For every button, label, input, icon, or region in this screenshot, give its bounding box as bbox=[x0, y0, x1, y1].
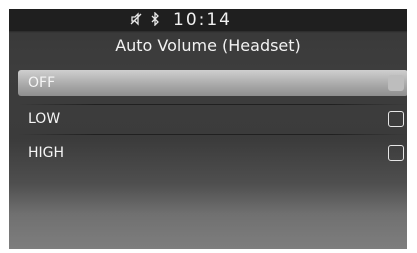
display-screen: 10:14 Auto Volume (Headset) OFF LOW HIGH bbox=[9, 9, 407, 249]
option-low[interactable]: LOW bbox=[18, 106, 407, 132]
option-label: LOW bbox=[28, 111, 61, 127]
option-label: HIGH bbox=[28, 145, 65, 161]
divider bbox=[18, 134, 407, 135]
option-high[interactable]: HIGH bbox=[18, 140, 407, 166]
device-bezel: 10:14 Auto Volume (Headset) OFF LOW HIGH bbox=[0, 0, 417, 253]
option-off[interactable]: OFF bbox=[18, 70, 407, 96]
bluetooth-icon bbox=[150, 11, 160, 31]
screen-title: Auto Volume (Headset) bbox=[115, 36, 301, 55]
option-label: OFF bbox=[28, 75, 56, 91]
mute-icon bbox=[130, 12, 142, 31]
checkbox-low[interactable] bbox=[388, 111, 404, 127]
divider bbox=[18, 104, 407, 105]
clock: 10:14 bbox=[173, 10, 232, 30]
status-bar: 10:14 bbox=[9, 9, 407, 31]
checkbox-off[interactable] bbox=[388, 75, 404, 91]
checkbox-high[interactable] bbox=[388, 145, 404, 161]
